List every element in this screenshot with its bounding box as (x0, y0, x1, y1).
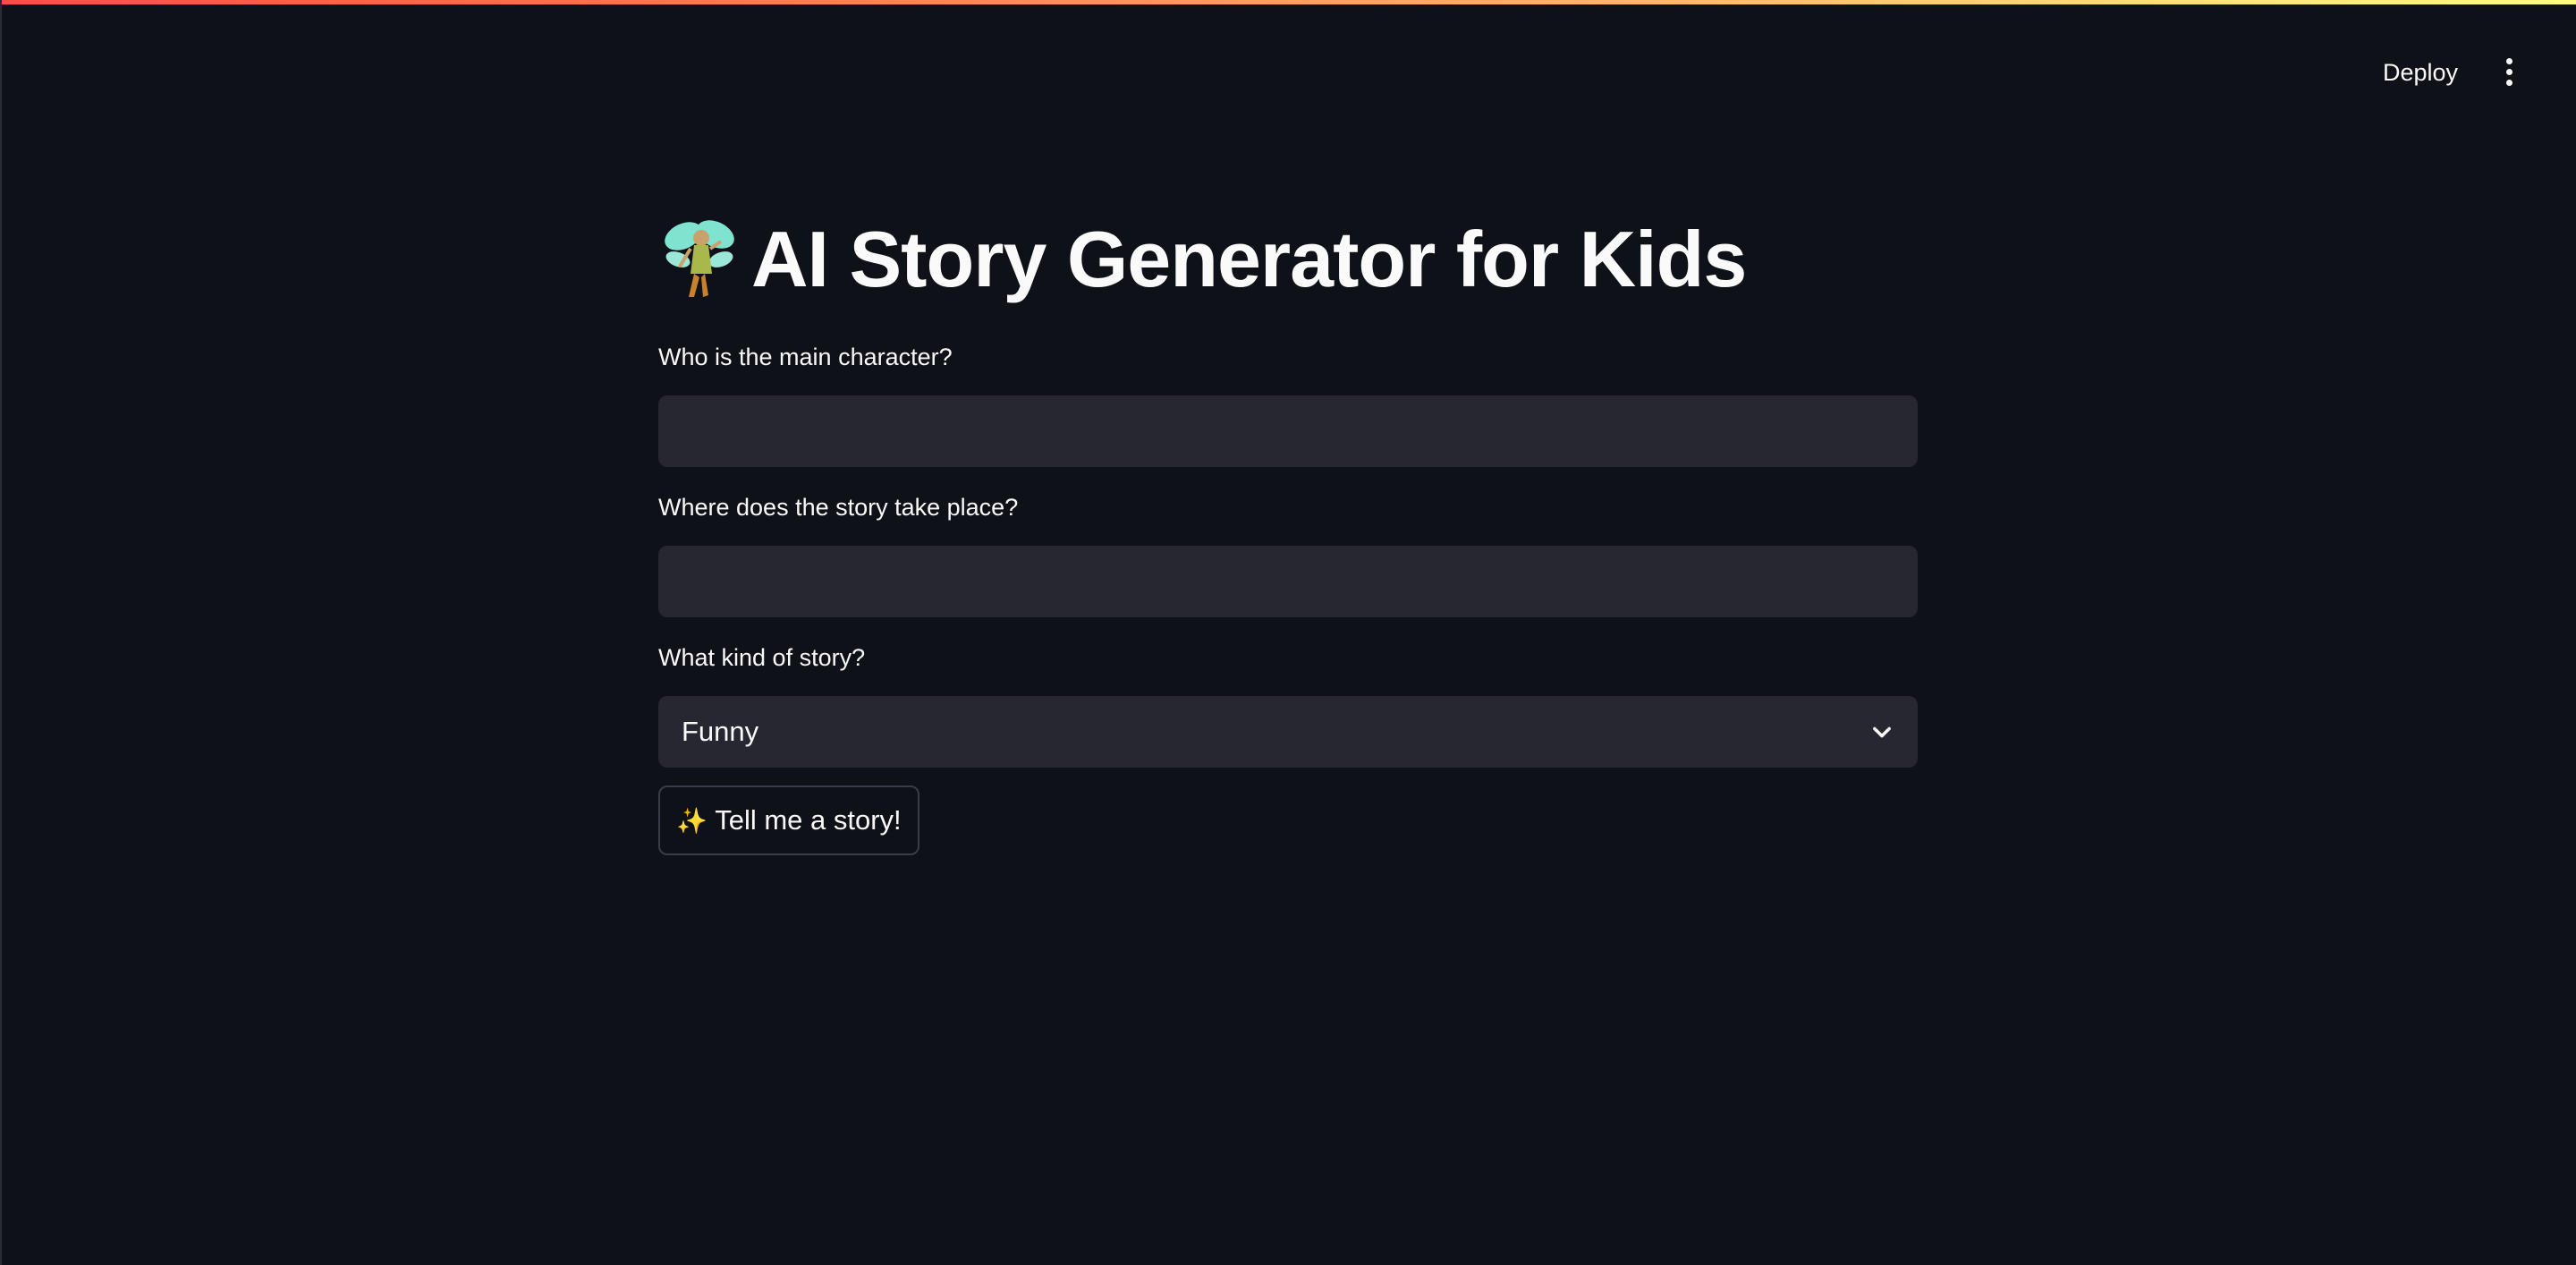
tell-story-button[interactable]: ✨ Tell me a story! (658, 785, 919, 855)
story-type-field: What kind of story? Funny (658, 642, 1918, 768)
character-label: Who is the main character? (658, 344, 953, 370)
setting-input[interactable] (658, 546, 1918, 617)
sparkles-icon: ✨ (676, 806, 708, 835)
story-type-label: What kind of story? (658, 644, 866, 671)
character-input[interactable] (658, 395, 1918, 467)
page-title: AI Story Generator for Kids (658, 206, 1918, 313)
story-type-selected-value: Funny (682, 716, 759, 747)
app-header: Deploy (0, 4, 2576, 130)
fairy-icon (665, 220, 734, 297)
setting-label: Where does the story take place? (658, 494, 1019, 521)
story-type-select[interactable]: Funny (658, 696, 1918, 768)
tell-story-button-label: Tell me a story! (715, 804, 902, 836)
character-field: Who is the main character? (658, 342, 1918, 467)
deploy-button[interactable]: Deploy (2361, 47, 2479, 98)
main-menu-button[interactable] (2487, 49, 2531, 94)
more-vertical-icon (2505, 57, 2512, 86)
window-frame (0, 0, 2576, 1265)
chevron-down-icon (1873, 726, 1891, 738)
setting-field: Where does the story take place? (658, 492, 1918, 617)
main-content: AI Story Generator for Kids Who is the m… (658, 206, 1918, 855)
page-title-text: AI Story Generator for Kids (751, 215, 1747, 303)
